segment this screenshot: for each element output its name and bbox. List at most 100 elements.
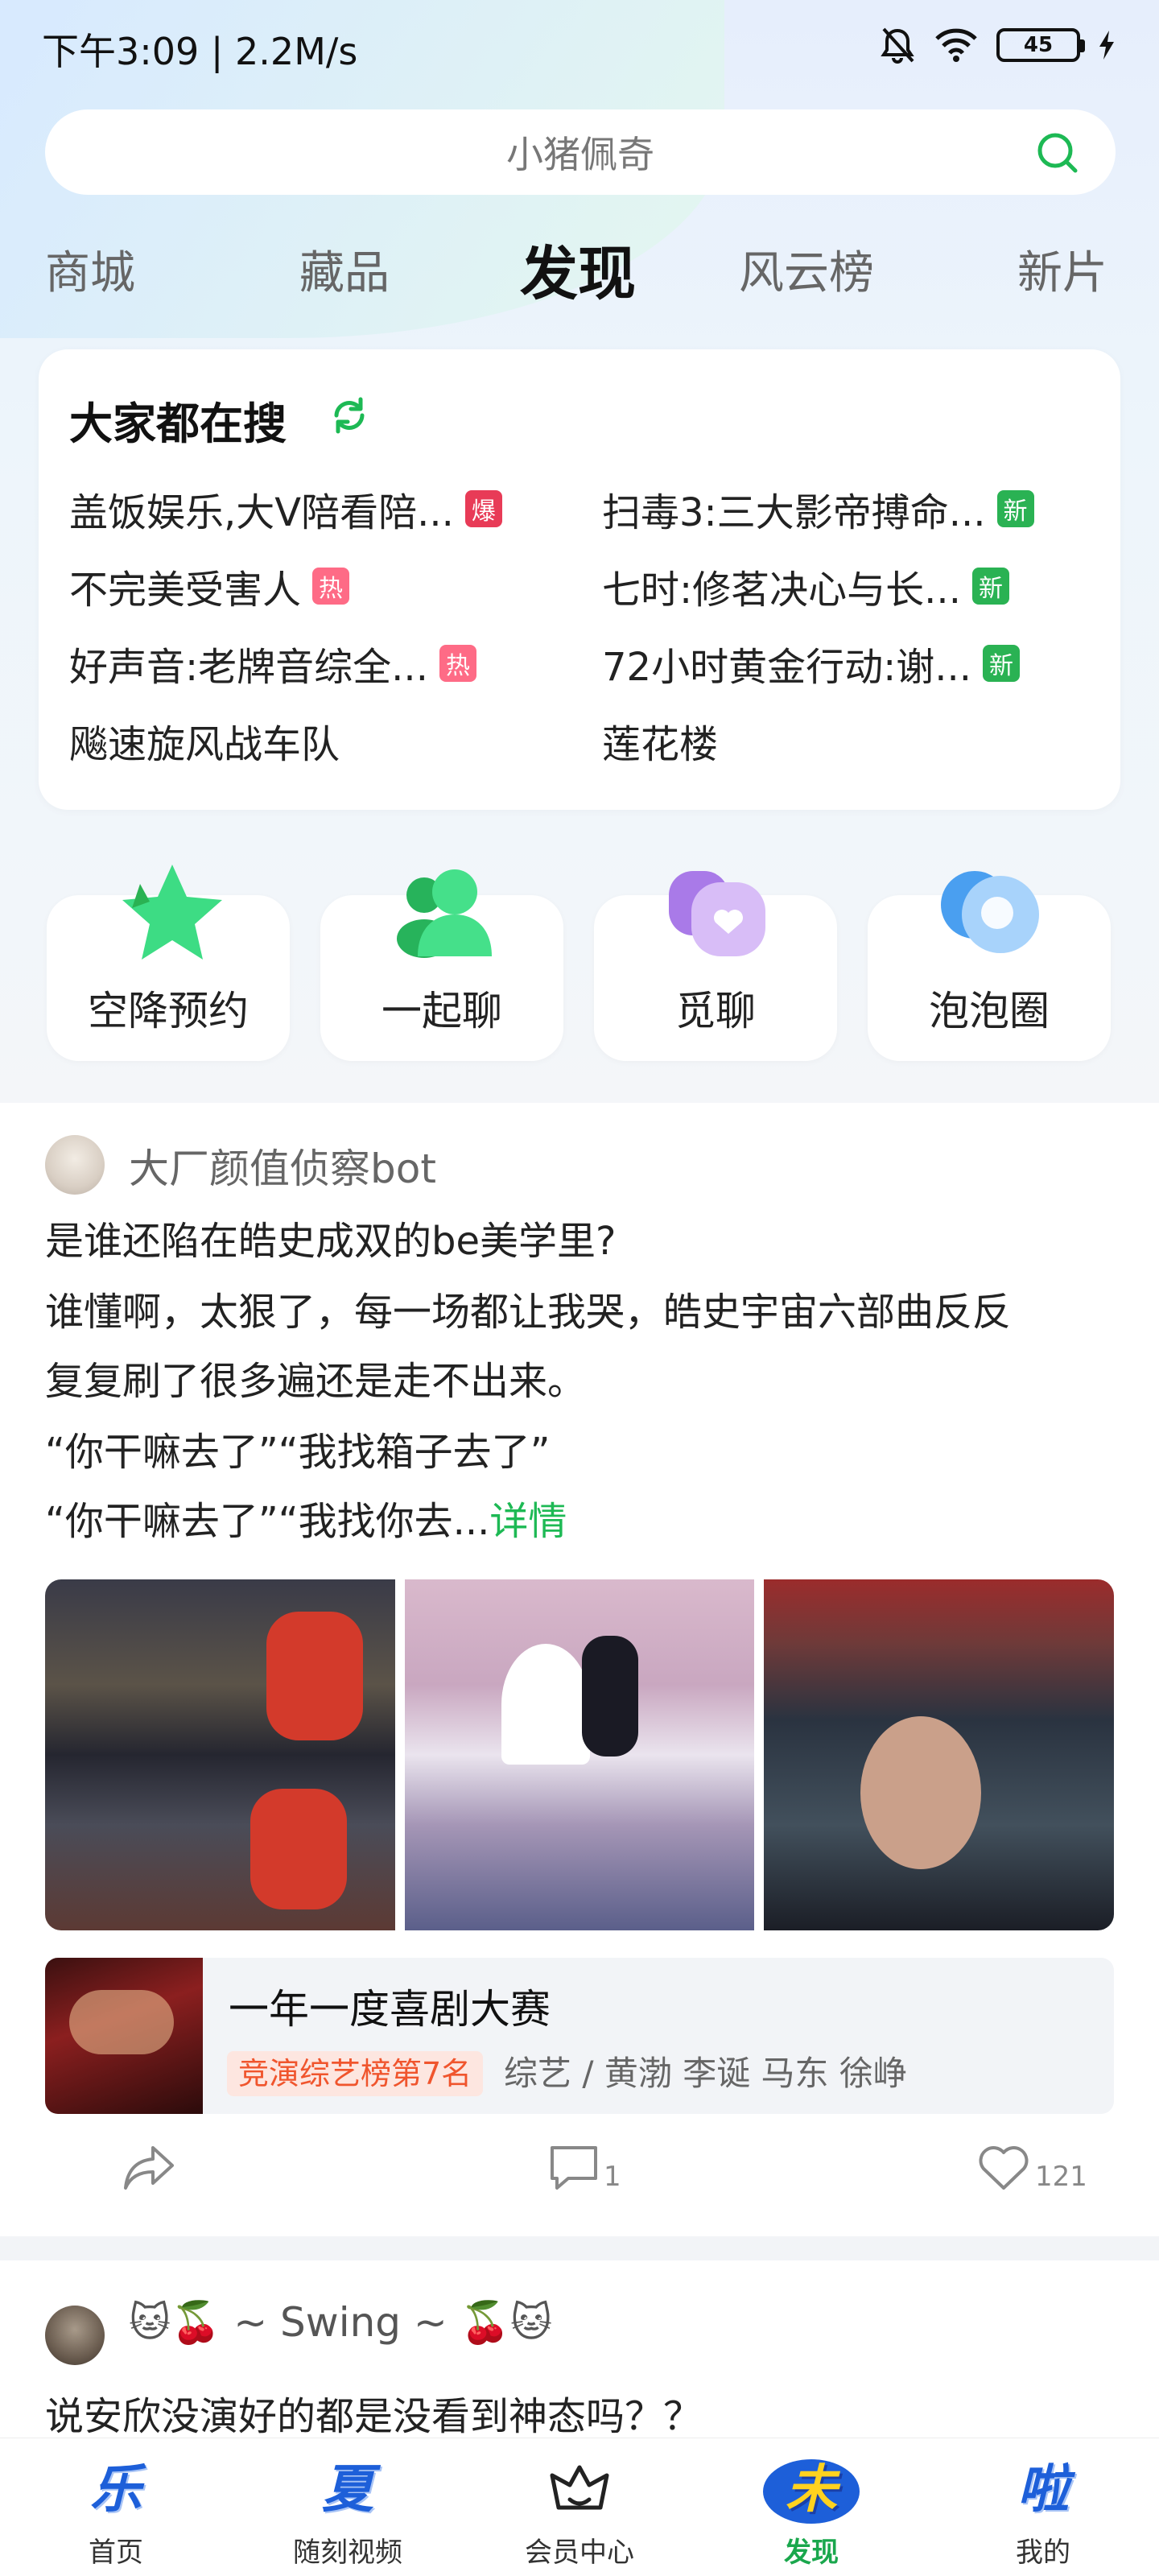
post-image[interactable] — [45, 1579, 395, 1930]
new-badge: 新 — [996, 490, 1034, 527]
feature-find-chat[interactable]: 觅聊 — [594, 871, 837, 1061]
hot-search-item[interactable]: 不完美受害人 热 — [69, 562, 568, 613]
post-line: 说安欣没演好的都是没看到神态吗？？ — [45, 2394, 703, 2439]
hot-search-text: 扫毒3:三大影帝搏命... — [602, 490, 986, 535]
new-badge: 新 — [971, 568, 1009, 605]
discover-icon: 未 — [786, 2460, 837, 2520]
people-icon — [397, 869, 492, 958]
heart-chat-icon — [669, 871, 765, 956]
comment-icon — [551, 2146, 597, 2190]
hot-search-title: 大家都在搜 — [69, 398, 287, 449]
battery-icon: 45 — [996, 28, 1085, 62]
feature-label: 觅聊 — [675, 988, 756, 1034]
hot-search-text: 好声音:老牌音综全... — [69, 645, 428, 690]
post-image[interactable] — [404, 1579, 755, 1930]
rank-badge: 竞演综艺榜第7名 — [227, 2051, 484, 2096]
feature-label: 泡泡圈 — [929, 988, 1050, 1034]
feature-airdrop-reservation[interactable]: 空降预约 — [47, 865, 290, 1061]
hot-search-item[interactable]: 72小时黄金行动:谢... 新 — [602, 639, 1093, 690]
heart-icon — [979, 2146, 1029, 2190]
nav-label: 首页 — [89, 2537, 143, 2569]
nav-label: 随刻视频 — [293, 2537, 402, 2569]
post-author[interactable]: 🐱🍒 ~ Swing ~ 🍒🐱 — [129, 2299, 552, 2347]
status-bar: 下午3:09 | 2.2M/s 45 — [0, 0, 1159, 97]
bottom-navigation: 乐 首页 夏 随刻视频 会员中心 未 发现 啦 我的 — [0, 2438, 1159, 2576]
tab-new-releases[interactable]: 新片 — [1017, 233, 1107, 314]
video-icon: 夏 — [322, 2460, 373, 2520]
post-line: “你干嘛去了”“我找箱子去了” — [45, 1430, 551, 1475]
hot-search-text: 不完美受害人 — [69, 568, 302, 613]
show-meta: 综艺 / 黄渤 李诞 马东 徐峥 — [504, 2054, 907, 2093]
tab-mall[interactable]: 商城 — [45, 233, 135, 314]
show-title: 一年一度喜剧大赛 — [229, 1986, 551, 2033]
search-bar[interactable]: 小猪佩奇 — [45, 109, 1116, 195]
search-placeholder: 小猪佩奇 — [506, 133, 654, 176]
hot-search-text: 72小时黄金行动:谢... — [602, 645, 972, 690]
comment-count: 1 — [604, 2161, 621, 2193]
hot-search-item[interactable]: 飚速旋风战车队 — [69, 716, 568, 767]
nav-me[interactable]: 啦 我的 — [927, 2438, 1159, 2576]
status-time: 下午3:09 | 2.2M/s — [42, 30, 358, 73]
hot-search-item[interactable]: 莲花楼 — [602, 716, 1093, 767]
post-line: 复复刷了很多遍还是走不出来。 — [45, 1359, 587, 1404]
star-icon — [122, 865, 222, 960]
share-icon — [124, 2146, 174, 2190]
avatar[interactable] — [45, 2306, 105, 2365]
linked-show-card[interactable]: 一年一度喜剧大赛 竞演综艺榜第7名 综艺 / 黄渤 李诞 马东 徐峥 — [45, 1958, 1114, 2114]
top-tabs: 商城 藏品 发现 风云榜 新片 — [0, 233, 1159, 314]
feature-chat-together[interactable]: 一起聊 — [320, 869, 563, 1061]
feature-label: 一起聊 — [382, 988, 502, 1034]
nav-home[interactable]: 乐 首页 — [0, 2438, 232, 2576]
tab-rankings[interactable]: 风云榜 — [739, 233, 874, 314]
comment-button[interactable]: 1 — [547, 2141, 621, 2193]
feature-label: 空降预约 — [88, 988, 249, 1034]
new-badge: 新 — [983, 645, 1021, 682]
post-line: 谁懂啊，太狠了，每一场都让我哭，皓史宇宙六部曲反反 — [45, 1290, 1012, 1335]
nav-discover[interactable]: 未 发现 — [695, 2438, 927, 2576]
nav-label: 会员中心 — [525, 2537, 634, 2569]
search-icon[interactable] — [1035, 130, 1080, 175]
refresh-icon[interactable] — [328, 394, 370, 436]
hot-search-item[interactable]: 盖饭娱乐,大V陪看陪... 爆 — [69, 485, 568, 535]
share-button[interactable] — [121, 2141, 177, 2193]
hot-search-item[interactable]: 扫毒3:三大影帝搏命... 新 — [602, 485, 1093, 535]
nav-label: 发现 — [784, 2537, 839, 2569]
hot-badge: 爆 — [464, 490, 502, 527]
profile-icon: 啦 — [1017, 2460, 1069, 2520]
tab-discover[interactable]: 发现 — [520, 233, 636, 314]
battery-level: 45 — [1023, 33, 1054, 57]
tab-collection[interactable]: 藏品 — [299, 233, 390, 314]
like-button[interactable]: 121 — [975, 2141, 1087, 2193]
hot-search-item[interactable]: 七时:修茗决心与长... 新 — [602, 562, 1093, 613]
hot-search-text: 七时:修茗决心与长... — [602, 568, 961, 613]
post-author[interactable]: 大厂颜值侦察bot — [129, 1137, 436, 1195]
post-image[interactable] — [764, 1579, 1114, 1930]
post-line: 是谁还陷在皓史成双的be美学里? — [45, 1219, 617, 1264]
hot-badge: 热 — [439, 645, 476, 682]
feed-post: 大厂颜值侦察bot 是谁还陷在皓史成双的be美学里? 谁懂啊，太狠了，每一场都让… — [0, 1103, 1159, 2236]
nav-label: 我的 — [1016, 2537, 1070, 2569]
post-line: “你干嘛去了”“我找你去... — [45, 1499, 490, 1544]
wifi-icon — [935, 28, 977, 62]
post-line-last: “你干嘛去了”“我找你去...详情 — [45, 1489, 567, 1546]
hot-search-text: 莲花楼 — [602, 722, 719, 767]
nav-moment-video[interactable]: 夏 随刻视频 — [232, 2438, 464, 2576]
post-more-link[interactable]: 详情 — [489, 1499, 567, 1544]
feed-post: 🐱🍒 ~ Swing ~ 🍒🐱 说安欣没演好的都是没看到神态吗？？ — [0, 2260, 1159, 2462]
hot-search-text: 飚速旋风战车队 — [69, 722, 340, 767]
show-poster — [45, 1958, 203, 2114]
hot-search-card: 大家都在搜 盖饭娱乐,大V陪看陪... 爆 扫毒3:三大影帝搏命... 新 不完… — [39, 349, 1120, 810]
charging-icon — [1099, 31, 1114, 60]
nav-vip-center[interactable]: 会员中心 — [464, 2438, 695, 2576]
bubble-icon — [941, 871, 1039, 953]
post-actions: 1 121 — [0, 2141, 1159, 2222]
hot-badge: 热 — [312, 568, 350, 605]
post-image-grid — [45, 1579, 1114, 1930]
mute-bell-icon — [881, 27, 914, 64]
status-icons: 45 — [879, 26, 1116, 64]
feature-bubble-circle[interactable]: 泡泡圈 — [868, 871, 1111, 1061]
hot-search-text: 盖饭娱乐,大V陪看陪... — [69, 490, 454, 535]
avatar[interactable] — [45, 1135, 105, 1195]
hot-search-item[interactable]: 好声音:老牌音综全... 热 — [69, 639, 568, 690]
like-count: 121 — [1035, 2161, 1087, 2193]
